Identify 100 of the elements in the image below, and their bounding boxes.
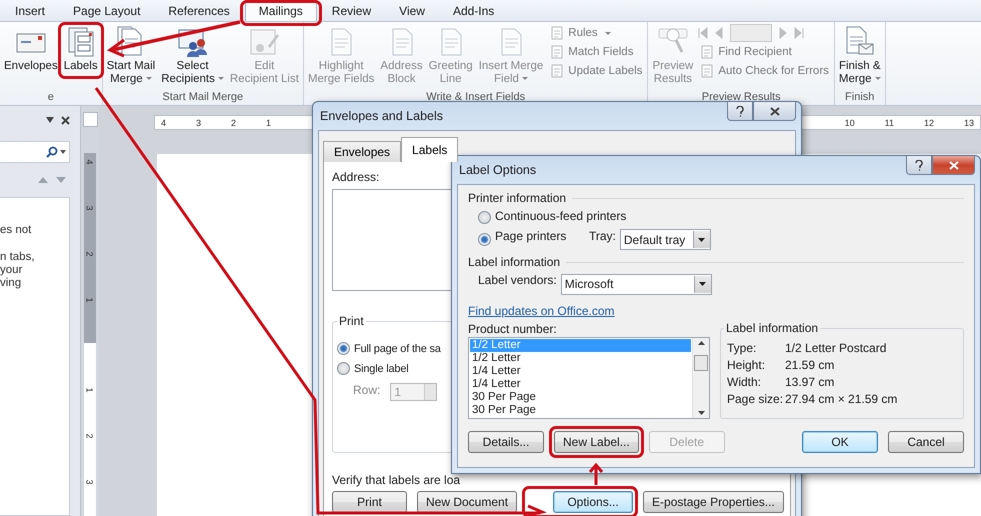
ribbon-button[interactable]: Select Recipients: [160, 25, 225, 87]
dialog-button[interactable]: New Document: [417, 491, 518, 513]
ruler-number: 3: [196, 118, 202, 128]
search-field[interactable]: [0, 141, 70, 163]
close-icon: [770, 106, 780, 116]
dialog-button[interactable]: Cancel: [888, 431, 964, 453]
field-label: Product number:: [468, 322, 557, 336]
dialog-button[interactable]: Details...: [468, 431, 544, 453]
next-icon: [778, 27, 788, 39]
close-button[interactable]: [753, 102, 796, 121]
info-label: Height:: [727, 358, 766, 372]
field-label: Address:: [332, 170, 380, 184]
ruler-number: 2: [231, 118, 236, 128]
ribbon-button[interactable]: Envelopes: [3, 25, 59, 74]
up-arrow-icon: [38, 177, 48, 183]
info-value: 21.59 cm: [785, 358, 836, 372]
info-label: Page size:: [727, 392, 784, 406]
ruler-number: 4: [84, 160, 96, 164]
dialog-tab[interactable]: Envelopes: [323, 141, 402, 162]
radio-button[interactable]: [337, 362, 350, 375]
last-record-icon: [794, 27, 804, 39]
dialog-tab[interactable]: Labels: [401, 137, 458, 162]
info-label: Type:: [727, 341, 758, 355]
field-label: Tray:: [589, 229, 616, 243]
list-item[interactable]: 1/4 Letter: [470, 378, 691, 391]
pane-text: n tabs, your ving: [0, 251, 36, 290]
ruler-number: 1: [266, 118, 272, 128]
up-arrow-icon: [698, 341, 704, 345]
ruler-number: 10: [844, 118, 855, 128]
group-title: Print: [337, 314, 366, 328]
close-button[interactable]: [932, 156, 975, 175]
ribbon-tab[interactable]: View: [386, 0, 438, 21]
radio-button[interactable]: [337, 342, 350, 355]
ribbon-tab[interactable]: References: [155, 0, 243, 21]
previous-icon: [714, 27, 724, 39]
down-arrow-icon: [698, 411, 704, 415]
caret-icon: [45, 116, 55, 124]
info-value: 13.97 cm: [785, 375, 836, 389]
vendor-dropdown[interactable]: Microsoft: [560, 274, 712, 294]
ribbon-button[interactable]: Finish & Merge: [838, 25, 882, 87]
list-item[interactable]: 30 Per Page: [470, 404, 691, 417]
field-label: Label vendors:: [478, 273, 557, 287]
ruler-number: 3: [84, 480, 96, 484]
ruler-number: 13: [964, 118, 974, 128]
instruction-text: Verify that labels are loa: [332, 473, 460, 487]
list-item[interactable]: 30 Per Page: [470, 391, 691, 404]
annotation-arrow: [588, 462, 604, 485]
caret-icon: [60, 150, 66, 154]
search-icon: [46, 146, 58, 158]
help-icon: [736, 106, 744, 116]
ribbon-tab[interactable]: Review: [318, 0, 384, 21]
help-button[interactable]: [906, 156, 932, 175]
close-icon: [948, 160, 958, 170]
ruler-number: 2: [84, 252, 96, 256]
help-icon: [915, 160, 923, 170]
scrollbar[interactable]: [692, 338, 709, 418]
list-item[interactable]: 1/2 Letter: [470, 352, 691, 365]
option-label: Page printers: [495, 229, 568, 243]
tray-dropdown[interactable]: Default tray: [620, 229, 711, 250]
ruler-number: 4: [161, 118, 166, 128]
dialog-button[interactable]: E-postage Properties...: [643, 491, 784, 513]
section-title: Printer information: [468, 191, 566, 205]
group-title: Label information: [724, 321, 820, 335]
option-label: Full page of the sa: [354, 342, 441, 354]
help-button[interactable]: [727, 102, 753, 121]
ruler-number: 12: [924, 118, 934, 128]
down-arrow-icon: [56, 177, 66, 183]
close-icon: [61, 116, 70, 124]
field-label: Row:: [353, 383, 380, 397]
group-label: e: [46, 91, 55, 105]
ribbon-tab[interactable]: Page Layout: [60, 0, 154, 21]
group-label: Write & Insert Fields: [425, 91, 526, 105]
option-label: Single label: [354, 362, 408, 374]
dialog-button[interactable]: Print: [332, 491, 407, 513]
dialog-title: Envelopes and Labels: [320, 109, 444, 123]
ruler-number: 3: [84, 206, 96, 210]
group-label: Preview Results: [700, 91, 782, 105]
ruler-number: 1: [84, 298, 96, 302]
list-item[interactable]: 1/4 Letter: [470, 365, 691, 378]
first-record-icon: [698, 27, 708, 39]
ribbon-tab[interactable]: Insert: [2, 0, 58, 21]
ribbon-button[interactable]: Start Mail Merge: [106, 25, 156, 87]
link[interactable]: Find updates on Office.com: [468, 304, 615, 318]
info-value: 27.94 cm × 21.59 cm: [785, 392, 898, 406]
group-label: Start Mail Merge: [161, 91, 244, 105]
radio-button[interactable]: [478, 233, 491, 246]
ruler-number: 11: [884, 118, 894, 128]
caret-icon: [698, 238, 706, 242]
caret-icon: [699, 282, 706, 286]
dialog-button[interactable]: New Label...: [554, 431, 639, 453]
radio-button[interactable]: [478, 211, 491, 224]
info-value: 1/2 Letter Postcard: [785, 341, 888, 355]
dialog-button[interactable]: Options...: [553, 491, 634, 513]
section-title: Label information: [468, 255, 560, 269]
scrollbar-thumb[interactable]: [694, 355, 708, 371]
option-label: Continuous-feed printers: [495, 209, 626, 223]
group-label: Finish: [844, 91, 876, 105]
ribbon-tab[interactable]: Add-Ins: [440, 0, 508, 21]
dialog-title: Label Options: [459, 163, 536, 177]
dialog-button[interactable]: OK: [802, 431, 878, 453]
